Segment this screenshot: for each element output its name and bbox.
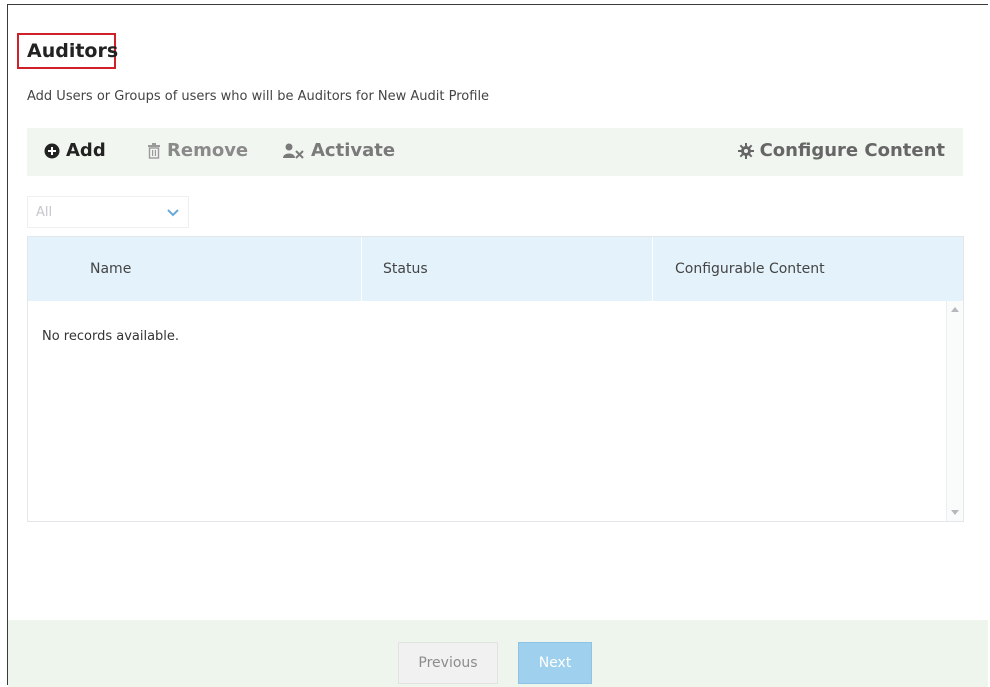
chevron-down-icon	[167, 209, 179, 217]
scroll-down-arrow-icon[interactable]	[951, 510, 959, 515]
add-button[interactable]: Add	[44, 140, 106, 161]
activate-button[interactable]: Activate	[283, 140, 395, 161]
configure-content-button[interactable]: Configure Content	[737, 140, 945, 161]
column-header-status[interactable]: Status	[383, 237, 428, 301]
plus-circle-icon	[44, 143, 60, 158]
toolbar: Add Remove Activate Configure Content	[27, 128, 963, 176]
trash-icon	[148, 142, 160, 159]
grid-scrollbar[interactable]	[946, 301, 963, 521]
page-title: Auditors	[27, 40, 119, 62]
column-divider	[652, 237, 653, 301]
next-button[interactable]: Next	[518, 642, 592, 684]
page-subtitle: Add Users or Groups of users who will be…	[27, 89, 490, 104]
user-x-icon	[283, 143, 304, 159]
column-header-name[interactable]: Name	[90, 237, 131, 301]
auditors-grid: Name Status Configurable Content No reco…	[27, 236, 964, 522]
configure-content-label: Configure Content	[759, 140, 945, 161]
add-label: Add	[66, 140, 106, 161]
grid-header: Name Status Configurable Content	[28, 237, 963, 301]
scroll-up-arrow-icon[interactable]	[951, 307, 959, 312]
empty-message: No records available.	[42, 329, 180, 344]
activate-label: Activate	[311, 140, 396, 161]
column-header-configurable-content[interactable]: Configurable Content	[675, 237, 825, 301]
status-filter-dropdown[interactable]: All	[27, 196, 189, 228]
column-divider	[361, 237, 362, 301]
gear-icon	[737, 142, 754, 159]
wizard-footer: Previous Next	[8, 620, 988, 687]
remove-button[interactable]: Remove	[147, 140, 248, 161]
remove-label: Remove	[167, 140, 249, 161]
previous-button[interactable]: Previous	[398, 642, 498, 684]
filter-selected-value: All	[36, 204, 53, 220]
